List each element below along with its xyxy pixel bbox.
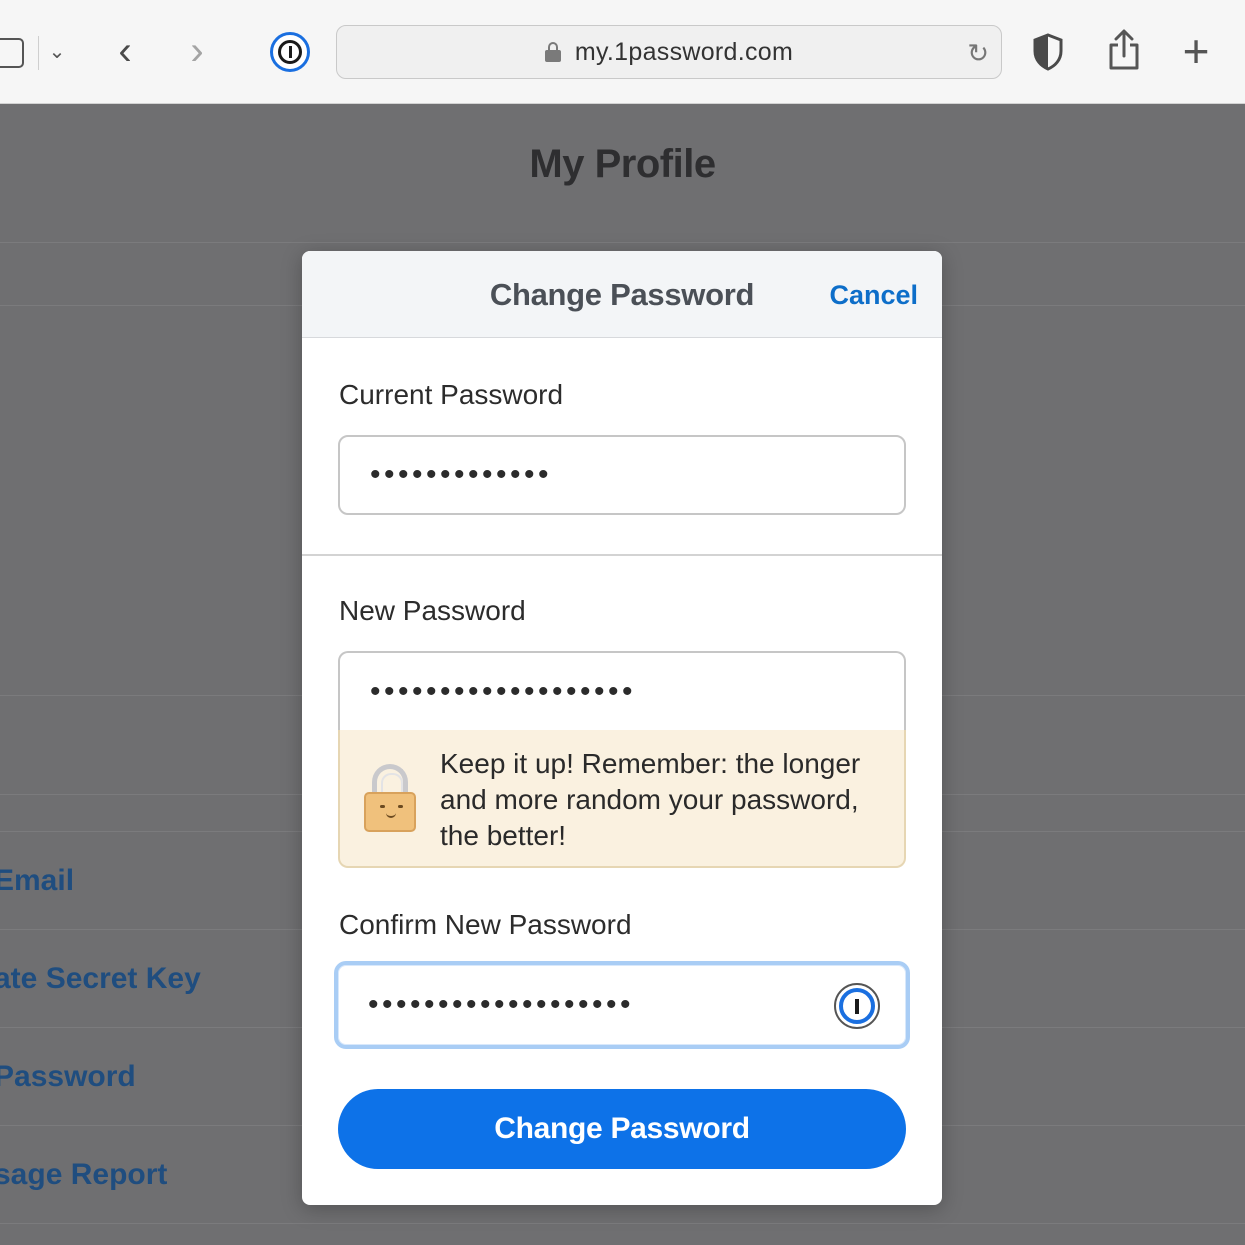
strength-message: Keep it up! Remember: the longer and mor…	[440, 748, 861, 851]
lock-icon	[544, 42, 561, 62]
profile-link-email[interactable]: Email	[0, 864, 74, 898]
address-url: my.1password.com	[574, 37, 794, 66]
share-icon[interactable]	[1104, 28, 1144, 72]
page-title: My Profile	[529, 142, 716, 186]
1password-extension-icon[interactable]	[270, 32, 310, 72]
new-password-value: •••••••••••••••••••	[370, 674, 637, 708]
confirm-password-value: •••••••••••••••••••	[368, 988, 635, 1021]
confirm-password-input[interactable]: •••••••••••••••••••	[334, 961, 910, 1049]
cancel-button[interactable]: Cancel	[829, 280, 918, 311]
current-password-label: Current Password	[339, 379, 564, 410]
1password-autofill-icon[interactable]	[834, 983, 880, 1029]
profile-link-usage-report[interactable]: sage Report	[0, 1158, 167, 1192]
sidebar-toggle-icon[interactable]	[0, 38, 24, 68]
current-password-input[interactable]: •••••••••••••	[338, 435, 906, 515]
new-password-label: New Password	[339, 595, 526, 626]
change-password-button[interactable]: Change Password	[338, 1089, 906, 1169]
chevron-down-icon[interactable]: ⌄	[46, 36, 68, 66]
forward-button[interactable]: ›	[180, 28, 214, 74]
browser-toolbar: ⌄ ‹ › my.1password.com ↻ +	[0, 0, 1245, 104]
padlock-icon	[364, 764, 416, 836]
section-divider	[302, 554, 942, 556]
divider	[0, 1223, 1245, 1224]
password-strength-hint: Keep it up! Remember: the longer and mor…	[338, 730, 906, 868]
dialog-header: Change Password Cancel	[302, 251, 942, 338]
change-password-dialog: Change Password Cancel Current Password …	[302, 251, 942, 1205]
divider	[0, 242, 1245, 243]
back-button[interactable]: ‹	[108, 28, 142, 74]
profile-link-secret-key[interactable]: ate Secret Key	[0, 962, 201, 996]
address-bar[interactable]: my.1password.com ↻	[336, 25, 1002, 79]
toolbar-divider	[38, 36, 39, 70]
privacy-shield-icon[interactable]	[1030, 32, 1066, 72]
reload-icon[interactable]: ↻	[967, 38, 989, 69]
new-password-input[interactable]: •••••••••••••••••••	[338, 651, 906, 731]
confirm-password-label: Confirm New Password	[339, 909, 632, 940]
new-tab-icon[interactable]: +	[1174, 25, 1218, 77]
current-password-value: •••••••••••••	[370, 458, 553, 491]
profile-link-password[interactable]: Password	[0, 1060, 136, 1094]
